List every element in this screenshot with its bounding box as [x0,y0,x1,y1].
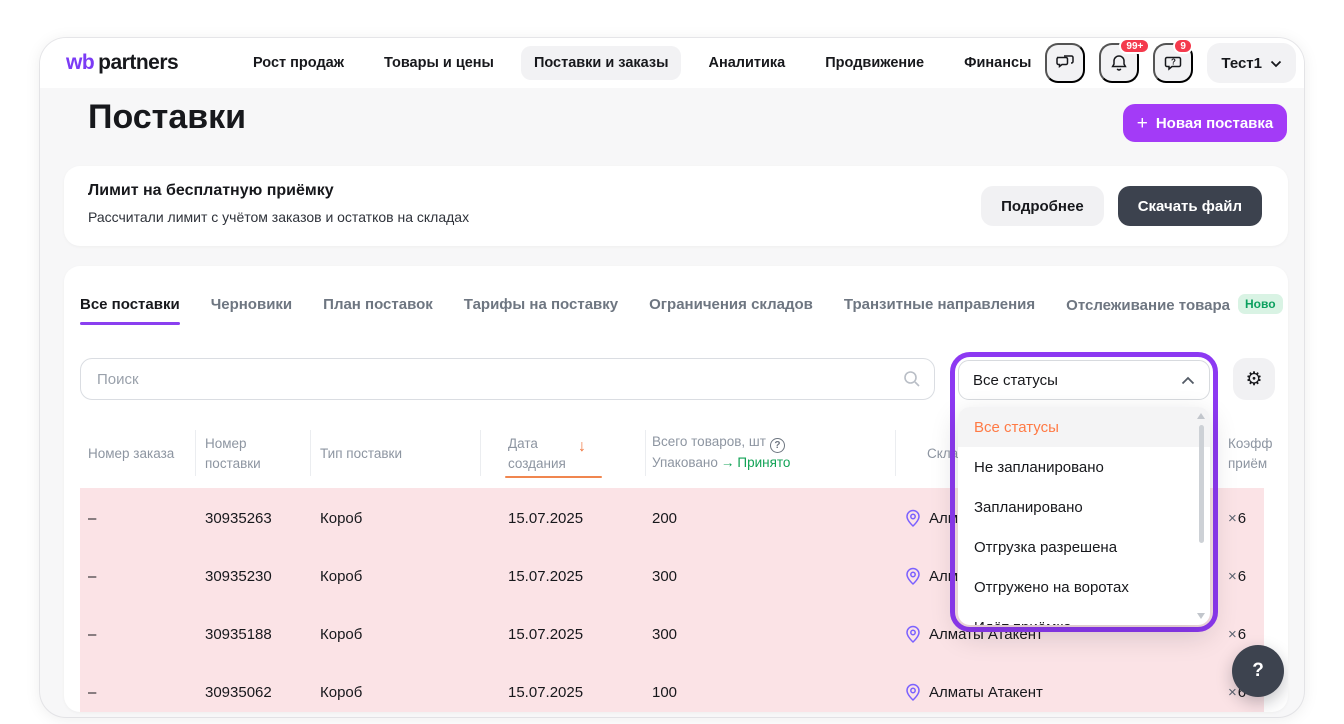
tab-transit-directions[interactable]: Транзитные направления [844,296,1035,325]
search-box [80,358,935,400]
help-fab-button[interactable]: ? [1232,645,1284,697]
notifications-button[interactable]: 99+ [1099,43,1139,83]
plus-icon: + [1137,114,1148,133]
nav-item-analytics[interactable]: Аналитика [695,46,798,80]
download-file-button[interactable]: Скачать файл [1118,186,1262,226]
status-option-shipped-at-gates[interactable]: Отгружено на воротах [958,567,1210,607]
new-feature-badge: Ново [1238,294,1283,314]
multiply-icon: × [1228,626,1237,643]
column-divider [645,430,646,476]
status-option-not-planned[interactable]: Не запланировано [958,447,1210,487]
nav-actions: 99+ ? 9 Тест1 [1045,43,1296,83]
supplies-panel: Все поставки Черновики План поставок Тар… [64,266,1288,712]
tab-supply-tariffs[interactable]: Тарифы на поставку [464,296,618,325]
warehouse-name: Алматы Атакент [929,684,1043,701]
column-divider [310,430,311,476]
status-filter-value: Все статусы [973,372,1058,389]
tab-drafts[interactable]: Черновики [211,296,292,325]
app-window: wbpartners Рост продаж Товары и цены Пос… [40,38,1304,717]
svg-text:?: ? [1171,58,1176,67]
multiply-icon: × [1228,684,1237,701]
scroll-up-arrow-icon[interactable] [1197,413,1205,419]
col-header-supply-number: Номер поставки [205,434,261,473]
tab-goods-tracking[interactable]: Отслеживание товара Ново [1066,294,1282,326]
column-divider [895,430,896,476]
sort-active-underline [505,476,602,478]
search-icon [902,369,922,394]
info-question-icon[interactable]: ? [770,438,785,453]
chevron-down-icon [1270,55,1282,72]
table-row[interactable]: – 30935062 Короб 15.07.2025 100 Алматы А… [80,674,1264,710]
new-supply-label: Новая поставка [1156,115,1273,132]
column-divider [480,430,481,476]
brand-logo-wb: wb [66,51,94,74]
col-header-order-number: Номер заказа [88,444,174,464]
multiply-icon: × [1228,568,1237,585]
banner-subtitle: Рассчитали лимит с учётом заказов и оста… [88,209,469,225]
help-bubble-icon: ? [1163,53,1183,73]
col-header-total-goods: Всего товаров, шт? Упаковано→Принято [652,432,790,473]
profile-name: Тест1 [1221,55,1262,72]
nav-item-finance[interactable]: Финансы [951,46,1044,80]
col-header-supply-type: Тип поставки [320,444,402,464]
tab-supply-plan[interactable]: План поставок [323,296,433,325]
brand-logo[interactable]: wbpartners [66,51,178,75]
top-navbar: wbpartners Рост продаж Товары и цены Пос… [40,38,1304,88]
table-settings-button[interactable]: ⚙ [1233,358,1275,400]
question-icon: ? [1252,660,1264,682]
dropdown-scrollbar[interactable] [1196,411,1206,621]
chevron-up-icon [1181,372,1195,389]
status-filter-select[interactable]: Все статусы [958,360,1210,400]
col-header-created-date[interactable]: Дата создания [508,434,566,473]
status-option-shipment-allowed[interactable]: Отгрузка разрешена [958,527,1210,567]
bell-icon [1109,53,1129,73]
location-pin-icon [905,567,921,586]
page-title: Поставки [88,98,246,137]
support-badge: 9 [1173,38,1193,54]
free-acceptance-limit-banner: Лимит на бесплатную приёмку Рассчитали л… [64,166,1288,246]
status-option-acceptance[interactable]: Идёт приёмка [958,607,1210,625]
tab-goods-tracking-label: Отслеживание товара [1066,297,1230,314]
details-button[interactable]: Подробнее [981,186,1104,226]
chat-icon [1055,53,1075,73]
banner-title: Лимит на бесплатную приёмку [88,182,334,200]
arrow-right-icon: → [718,455,738,470]
status-option-planned[interactable]: Запланировано [958,487,1210,527]
nav-item-promotion[interactable]: Продвижение [812,46,937,80]
search-input[interactable] [97,359,887,399]
nav-item-supplies-orders[interactable]: Поставки и заказы [521,46,682,80]
status-filter-highlight-ring: Все статусы Все статусы Не запланировано… [950,352,1218,632]
gear-icon: ⚙ [1245,368,1262,391]
nav-item-goods-prices[interactable]: Товары и цены [371,46,507,80]
col-header-acceptance-coeff: Коэфф приём [1228,434,1272,473]
support-button[interactable]: ? 9 [1153,43,1193,83]
screenshot-canvas: wbpartners Рост продаж Товары и цены Пос… [0,0,1344,724]
status-option-all[interactable]: Все статусы [958,407,1210,447]
new-supply-button[interactable]: + Новая поставка [1123,104,1287,142]
main-nav: Рост продаж Товары и цены Поставки и зак… [240,38,1044,88]
brand-logo-partners: partners [98,51,178,74]
location-pin-icon [905,683,921,702]
banner-actions: Подробнее Скачать файл [981,186,1262,226]
sort-desc-icon[interactable]: ↓ [578,438,586,456]
tab-warehouse-limits[interactable]: Ограничения складов [649,296,813,325]
status-options-list: Все статусы Не запланировано Запланирова… [958,407,1210,625]
multiply-icon: × [1228,510,1237,527]
chat-button[interactable] [1045,43,1085,83]
scroll-down-arrow-icon[interactable] [1197,613,1205,619]
location-pin-icon [905,509,921,528]
column-divider [195,430,196,476]
supplies-tabs: Все поставки Черновики План поставок Тар… [80,294,1283,326]
location-pin-icon [905,625,921,644]
nav-item-sales-growth[interactable]: Рост продаж [240,46,357,80]
notifications-badge: 99+ [1119,38,1150,54]
profile-menu[interactable]: Тест1 [1207,43,1296,83]
tab-all-supplies[interactable]: Все поставки [80,296,180,325]
scrollbar-thumb[interactable] [1199,425,1204,543]
